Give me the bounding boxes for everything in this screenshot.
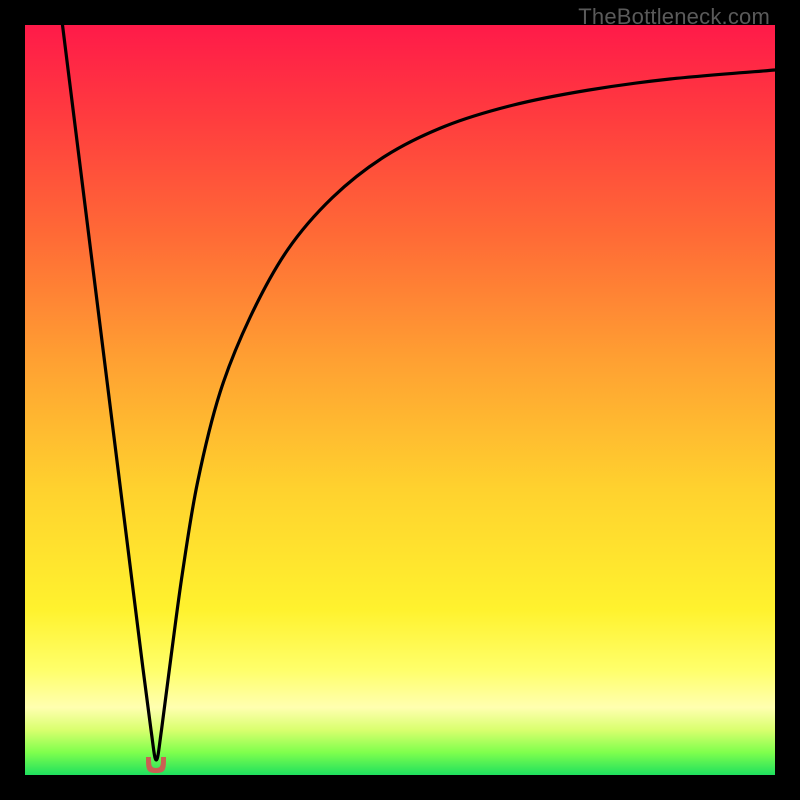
- dip-u-icon: [146, 757, 166, 773]
- dip-marker: [142, 755, 170, 775]
- bottleneck-curve: [63, 25, 776, 760]
- plot-area: [25, 25, 775, 775]
- watermark-text: TheBottleneck.com: [578, 4, 770, 30]
- curve-layer: [25, 25, 775, 775]
- chart-frame: TheBottleneck.com: [0, 0, 800, 800]
